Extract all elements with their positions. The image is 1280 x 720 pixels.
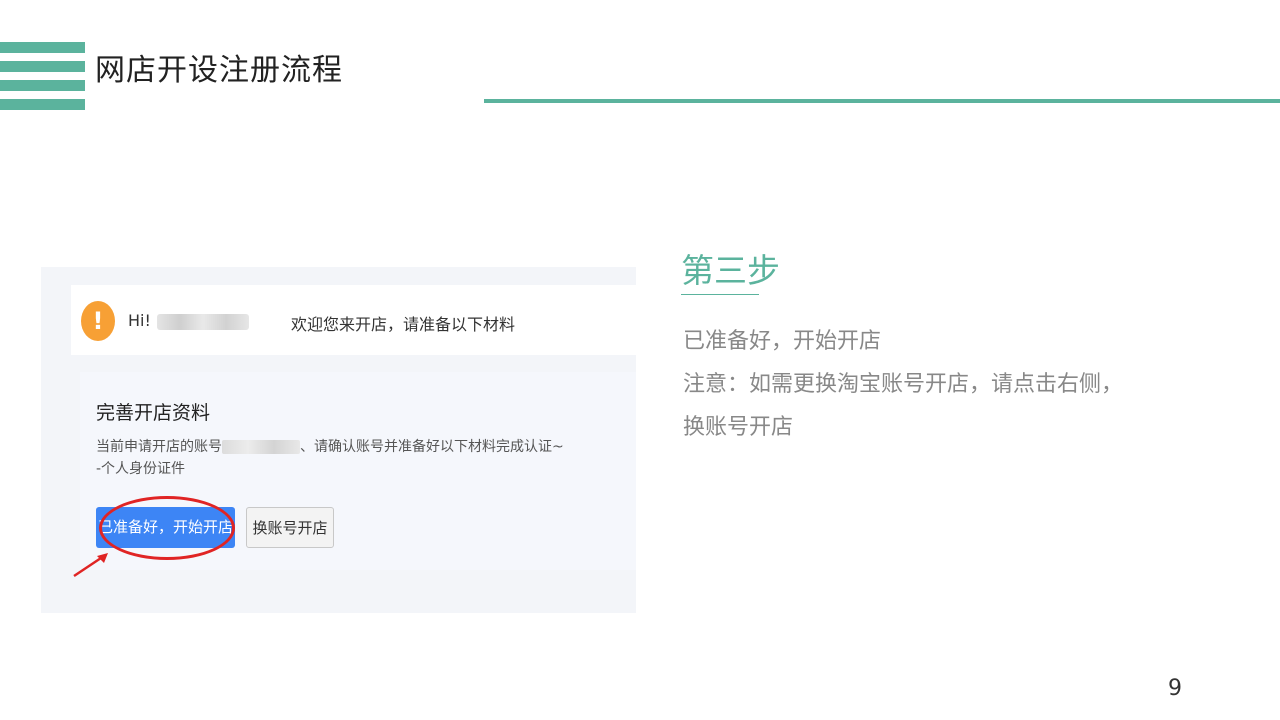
step-line-1: 已准备好，开始开店 <box>683 329 882 354</box>
blurred-username <box>156 313 249 330</box>
step-line-3: 换账号开店 <box>683 415 794 440</box>
step-body: 已准备好，开始开店 注意：如需更换淘宝账号开店，请点击右侧， 换账号开店 <box>683 320 1163 449</box>
step-line-2: 注意：如需更换淘宝账号开店，请点击右侧， <box>683 372 1124 397</box>
step-title: 第三步 <box>681 251 780 290</box>
panel-description: 当前申请开店的账号 、请确认账号并准备好以下材料完成认证~ -个人身份证件 <box>96 436 616 480</box>
panel-title: 完善开店资料 <box>96 402 211 424</box>
greeting-text: Hi! <box>128 311 151 330</box>
welcome-text: 欢迎您来开店，请准备以下材料 <box>291 315 516 334</box>
title-decoration-stripes <box>0 42 85 112</box>
title-divider <box>484 99 1280 103</box>
requirement-item: -个人身份证件 <box>96 461 186 477</box>
page-number: 9 <box>1168 676 1182 701</box>
blurred-account <box>222 440 300 454</box>
welcome-notice: ! Hi! 欢迎您来开店，请准备以下材料 <box>71 285 636 355</box>
embedded-screenshot: ! Hi! 欢迎您来开店，请准备以下材料 完善开店资料 当前申请开店的账号 、请确… <box>41 267 636 613</box>
greeting: Hi! <box>128 311 255 330</box>
desc-suffix: 、请确认账号并准备好以下材料完成认证~ <box>300 439 564 455</box>
switch-account-button[interactable]: 换账号开店 <box>246 507 334 548</box>
step-underline <box>681 294 759 295</box>
red-arrow-icon <box>73 553 108 578</box>
slide-title: 网店开设注册流程 <box>95 53 343 88</box>
warning-icon: ! <box>81 301 115 341</box>
highlight-circle <box>99 496 235 560</box>
desc-prefix: 当前申请开店的账号 <box>96 439 222 455</box>
